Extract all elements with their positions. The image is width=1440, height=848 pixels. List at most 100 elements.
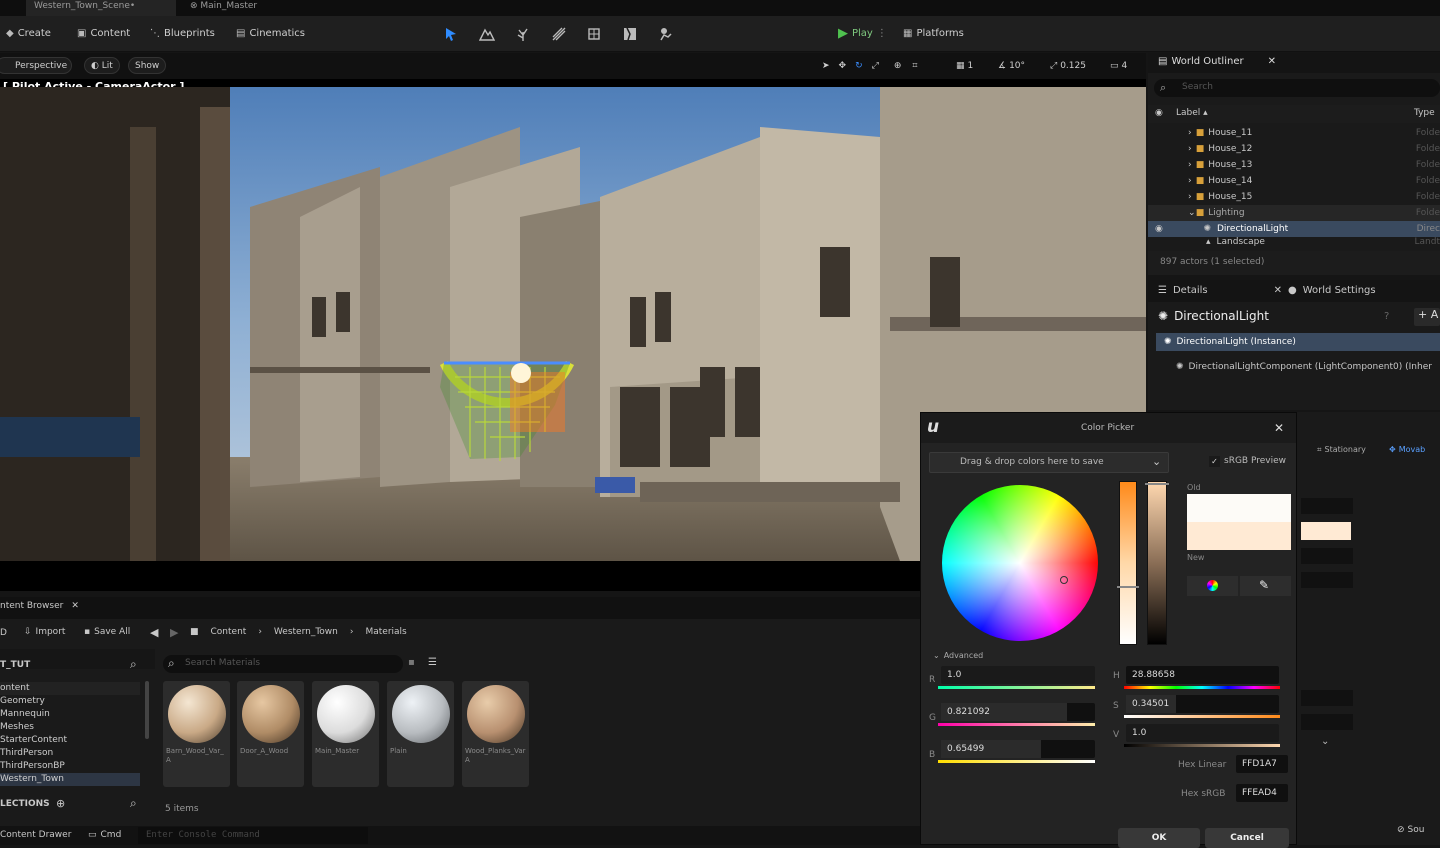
r-input[interactable]: 1.0 <box>941 666 1095 684</box>
tree-item[interactable]: ThirdPerson <box>0 747 53 760</box>
breadcrumb-item[interactable]: Western_Town <box>274 627 338 637</box>
outliner-row[interactable]: › ■ House_15 Folde <box>1148 189 1440 205</box>
column-type[interactable]: Type <box>1414 108 1435 118</box>
modeling-icon[interactable] <box>584 24 604 44</box>
g-input[interactable]: 0.821092 <box>941 703 1095 721</box>
close-icon[interactable]: ✕ <box>1274 285 1282 296</box>
color-wheel-handle[interactable] <box>1060 576 1068 584</box>
material-tile[interactable]: Barn_Wood_Var_A <box>163 681 230 787</box>
world-settings-tab[interactable]: ● World Settings <box>1288 285 1376 296</box>
outliner-row[interactable]: ▴ Landscape Landt <box>1148 237 1440 247</box>
light-color-swatch[interactable] <box>1301 522 1351 540</box>
outliner-row[interactable]: › ■ House_11 Folde <box>1148 125 1440 141</box>
outliner-tab[interactable]: ▤ World Outliner ✕ <box>1158 56 1276 67</box>
tree-item-selected[interactable]: Western_Town <box>0 773 140 786</box>
breadcrumb-item[interactable]: Content <box>211 627 247 637</box>
v-input[interactable]: 1.0 <box>1126 724 1279 742</box>
world-icon[interactable]: ⊕ <box>894 58 902 74</box>
tree-item[interactable]: ThirdPersonBP <box>0 760 65 773</box>
tree-item[interactable]: Geometry <box>0 695 45 708</box>
ok-button[interactable]: OK <box>1118 828 1200 848</box>
rotate-icon[interactable]: ↻ <box>855 58 863 74</box>
material-tile[interactable]: Door_A_Wood <box>237 681 304 787</box>
close-icon[interactable]: ✕ <box>1274 421 1284 435</box>
show-button[interactable]: Show <box>128 57 167 74</box>
outliner-row[interactable]: › ■ House_13 Folde <box>1148 157 1440 173</box>
save-search-icon[interactable]: ▪ <box>408 657 415 668</box>
forward-icon[interactable]: ▶ <box>170 626 178 639</box>
color-wheel-mode-button[interactable] <box>1187 576 1238 596</box>
close-icon[interactable]: ✕ <box>1268 56 1276 67</box>
srgb-preview-checkbox[interactable]: ✓ sRGB Preview <box>1209 456 1286 467</box>
perspective-button[interactable]: Perspective <box>0 57 72 74</box>
add-component-button[interactable]: + A <box>1414 308 1440 326</box>
property-field[interactable] <box>1301 690 1353 706</box>
tree-item[interactable]: ontent <box>0 682 140 695</box>
tree-scrollbar[interactable] <box>145 681 149 739</box>
material-tile[interactable]: Wood_Planks_VarA <box>462 681 529 787</box>
tab-western-town-scene[interactable]: Western_Town_Scene• <box>26 0 176 16</box>
breadcrumb-item[interactable]: Materials <box>365 627 406 637</box>
search-icon[interactable]: ⌕ <box>130 796 137 811</box>
create-button[interactable]: ◆ Create <box>6 25 51 43</box>
select-mode-icon[interactable] <box>441 24 461 44</box>
b-input[interactable]: 0.65499 <box>941 740 1095 758</box>
cancel-button[interactable]: Cancel <box>1205 828 1289 848</box>
property-field[interactable] <box>1301 548 1353 564</box>
component-row[interactable]: ✺ DirectionalLightComponent (LightCompone… <box>1176 362 1432 372</box>
outliner-row[interactable]: › ■ House_12 Folde <box>1148 141 1440 157</box>
tab-main-master[interactable]: ⊗ Main_Master <box>182 0 312 16</box>
import-button[interactable]: ⇩ Import <box>24 627 65 637</box>
eyedropper-button[interactable]: ✎ <box>1240 576 1291 596</box>
property-field[interactable] <box>1301 714 1353 730</box>
play-button[interactable]: ▶ Play ⋮ <box>838 25 887 43</box>
add-button[interactable]: D <box>0 628 7 638</box>
add-collection-icon[interactable]: ⊕ <box>56 797 65 810</box>
color-themes-bar[interactable]: Drag & drop colors here to save ⌄ <box>929 452 1169 473</box>
chevron-down-icon[interactable]: ⌄ <box>1321 736 1329 747</box>
move-icon[interactable]: ✥ <box>839 58 847 74</box>
hex-linear-input[interactable]: FFD1A7 <box>1236 755 1288 773</box>
search-icon[interactable]: ⌕ <box>130 657 137 672</box>
instance-row[interactable]: ✺ DirectionalLight (Instance) <box>1156 333 1440 351</box>
tree-item[interactable]: StarterContent <box>0 734 67 747</box>
lit-button[interactable]: ◐ Lit <box>84 57 120 74</box>
outliner-row[interactable]: › ■ House_14 Folde <box>1148 173 1440 189</box>
tree-item[interactable]: Mannequin <box>0 708 50 721</box>
animation-mode-icon[interactable] <box>656 24 676 44</box>
outliner-search-input[interactable]: ⌕ Search <box>1154 79 1440 97</box>
content-browser-tab[interactable]: ntent Browser ✕ <box>0 601 79 611</box>
material-tile[interactable]: Plain <box>387 681 454 787</box>
column-label[interactable]: Label ▴ <box>1176 108 1208 118</box>
camera-speed-button[interactable]: ▭ 4 <box>1110 57 1127 74</box>
fracture-icon[interactable] <box>620 24 640 44</box>
back-icon[interactable]: ◀ <box>150 626 158 639</box>
source-control-button[interactable]: ⊘ Sou <box>1397 825 1424 835</box>
s-input[interactable]: 0.34501 <box>1126 695 1279 713</box>
property-field[interactable] <box>1301 498 1353 514</box>
blueprints-button[interactable]: ⋱ Blueprints <box>150 25 215 43</box>
save-all-button[interactable]: ▪ Save All <box>84 627 130 637</box>
h-input[interactable]: 28.88658 <box>1126 666 1279 684</box>
content-drawer-button[interactable]: Content Drawer <box>0 830 71 840</box>
cinematics-button[interactable]: ▤ Cinematics <box>236 25 305 43</box>
landscape-mode-icon[interactable] <box>477 24 497 44</box>
select-icon[interactable]: ➤ <box>822 58 830 74</box>
close-icon[interactable]: ✕ <box>71 601 79 611</box>
value-slider[interactable] <box>1145 481 1169 645</box>
property-field[interactable] <box>1301 572 1353 588</box>
saturation-handle[interactable] <box>1117 586 1139 588</box>
outliner-row[interactable]: ⌄ ■ Lighting Folde <box>1148 205 1440 221</box>
scale-snap-button[interactable]: ⤢ 0.125 <box>1050 57 1086 74</box>
tree-item[interactable]: Meshes <box>0 721 34 734</box>
movable-button[interactable]: ✥ Movab <box>1389 445 1425 454</box>
color-wheel[interactable] <box>942 485 1098 641</box>
help-icon[interactable]: ? <box>1384 311 1389 322</box>
stationary-button[interactable]: ⌗ Stationary <box>1317 445 1366 455</box>
mesh-paint-icon[interactable] <box>549 24 569 44</box>
grid-snap-button[interactable]: ▦ 1 <box>956 57 973 74</box>
filter-icon[interactable]: ☰ <box>428 657 437 668</box>
cmd-button[interactable]: ▭ Cmd <box>88 830 121 840</box>
foliage-mode-icon[interactable] <box>513 24 533 44</box>
scale-icon[interactable]: ⤢ <box>872 58 879 74</box>
